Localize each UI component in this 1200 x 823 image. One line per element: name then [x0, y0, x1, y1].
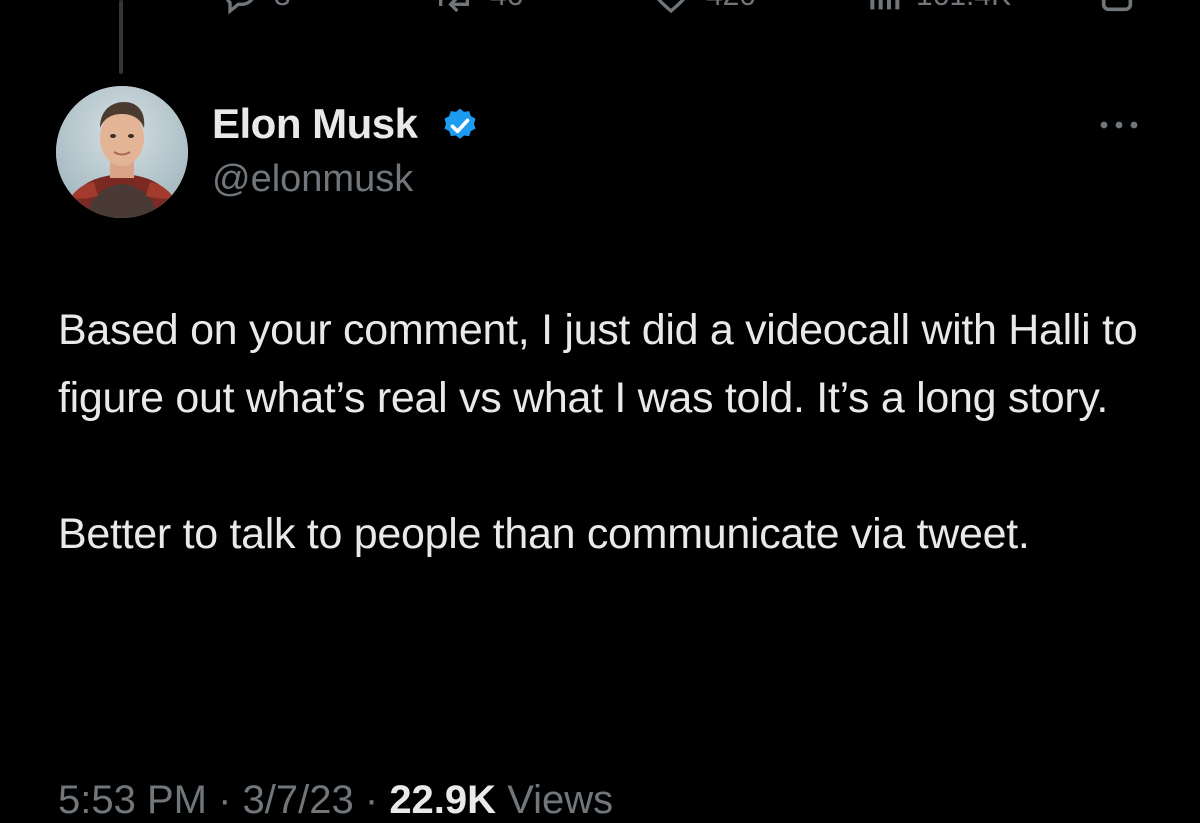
meta-separator: · — [218, 778, 243, 822]
like-count: 420 — [706, 0, 756, 13]
like-button[interactable]: 420 — [650, 0, 756, 16]
tweet-text: Based on your comment, I just did a vide… — [58, 306, 1138, 558]
profile-photo — [56, 86, 188, 218]
tweet-meta: 5:53 PM · 3/7/23 · 22.9K Views — [58, 778, 613, 823]
reply-icon — [226, 0, 254, 15]
tweet-views-label: Views — [507, 778, 614, 822]
thread-connector-line — [119, 0, 123, 74]
views-count: 161.4K — [916, 0, 1011, 13]
retweet-button[interactable]: 46 — [432, 0, 523, 16]
reply-count: 3 — [274, 0, 291, 13]
tweet-date[interactable]: 3/7/23 — [243, 778, 354, 822]
more-icon[interactable] — [1096, 110, 1142, 140]
retweet-count: 46 — [490, 0, 523, 13]
views-button[interactable]: 161.4K — [866, 0, 1011, 16]
bookmark-button[interactable] — [1098, 0, 1136, 16]
reply-button[interactable]: 3 — [220, 0, 291, 16]
author-handle[interactable]: @elonmusk — [212, 158, 413, 201]
tweet-views-count: 22.9K — [389, 778, 497, 822]
heart-icon — [657, 0, 685, 14]
previous-tweet-action-bar: 3 46 420 161.4K — [0, 0, 1200, 16]
author-display-name[interactable]: Elon Musk — [212, 100, 418, 148]
retweet-icon — [439, 0, 469, 13]
verified-badge-icon — [444, 108, 476, 139]
views-icon — [870, 0, 900, 10]
bookmark-icon — [1101, 0, 1133, 12]
avatar[interactable] — [56, 86, 188, 218]
tweet-time[interactable]: 5:53 PM — [58, 778, 207, 822]
meta-separator: · — [364, 778, 390, 822]
